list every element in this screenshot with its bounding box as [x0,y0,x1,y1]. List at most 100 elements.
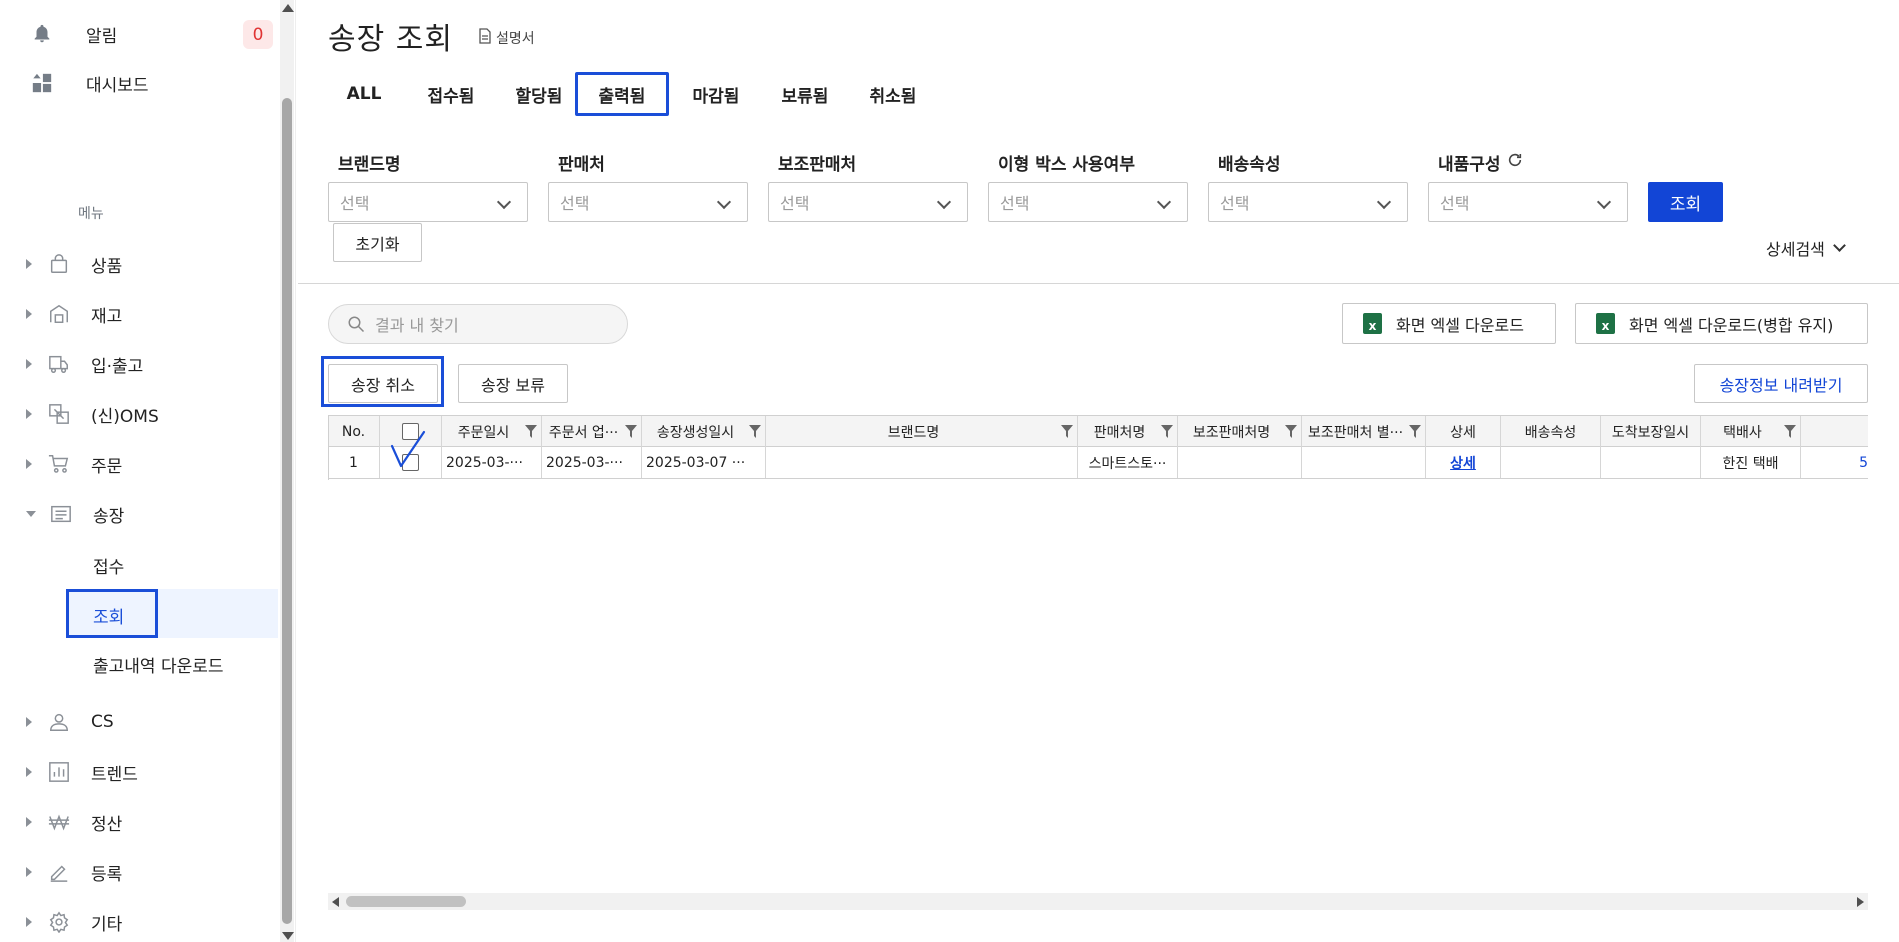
scroll-left-arrow-icon[interactable] [332,897,339,907]
dashboard-icon [30,71,54,95]
tab-printed[interactable]: 출력됨 [575,72,669,116]
sidebar-item-trend[interactable]: 트렌드 [26,754,276,790]
filter-icon [625,425,637,438]
grid-horizontal-scrollbar[interactable] [328,893,1868,910]
cell-sub-seller-alias [1302,447,1426,478]
cell-order-date: 2025-03-··· [442,447,542,478]
sidebar-item-product[interactable]: 상품 [26,246,276,282]
cell-no: 1 [328,447,380,478]
result-search-input[interactable]: 결과 내 찾기 [328,304,628,344]
sidebar-item-cs[interactable]: CS [26,704,276,740]
excel-download-merge-label: 화면 엑셀 다운로드(병합 유지) [1629,315,1834,335]
excel-icon: x [1596,313,1615,334]
sidebar-item-oms[interactable]: (신)OMS [26,396,276,432]
scroll-up-arrow-icon[interactable] [282,4,294,12]
sidebar-item-inout[interactable]: 입·출고 [26,346,276,382]
sidebar-item-settlement[interactable]: 정산 [26,804,276,840]
scroll-right-arrow-icon[interactable] [1857,897,1864,907]
column-header-arrival-guarantee[interactable]: 도착보장일시 [1601,416,1701,447]
gear-icon [46,909,72,935]
tab-closed[interactable]: 마감됨 [673,72,759,116]
column-header-no[interactable]: No. [328,416,380,447]
notification-count-badge: 0 [243,20,273,49]
manual-link[interactable]: 설명서 [478,28,535,48]
won-icon [46,809,72,835]
download-invoice-info-button[interactable]: 송장정보 내려받기 [1694,364,1868,403]
sidebar-item-invoice[interactable]: 송장 [26,496,276,532]
tab-assigned[interactable]: 할당됨 [496,72,582,116]
excel-icon: x [1363,313,1382,334]
expand-arrow-icon [26,359,32,369]
cart-icon [46,451,72,477]
cell-detail[interactable]: 상세 [1426,447,1501,478]
delivery-attr-select[interactable]: 선택 [1208,182,1408,222]
filter-icon [1061,425,1073,438]
column-header-sub-seller-alias[interactable]: 보조판매처 별··· [1302,416,1426,447]
notifications-item[interactable]: 알림 0 [30,14,275,54]
chevron-down-icon [716,194,732,210]
cell-seller: 스마트스토··· [1078,447,1178,478]
sidebar-item-label: (신)OMS [91,406,159,427]
search-icon [347,315,365,333]
sidebar-item-register[interactable]: 등록 [26,854,276,890]
grid-header-row: No. 주문일시 주문서 업··· 송장생성일시 브랜드명 판매처명 보조판매처… [328,415,1868,447]
sidebar-item-label: 트렌드 [91,764,138,785]
filter-label-delivery-attr: 배송속성 [1218,155,1281,175]
sidebar-scrollbar-thumb[interactable] [282,98,292,924]
sidebar-item-stock[interactable]: 재고 [26,296,276,332]
expand-arrow-icon [26,767,32,777]
manual-label: 설명서 [496,31,535,47]
sidebar-item-label: 재고 [91,306,123,327]
table-row[interactable]: 1 2025-03-··· 2025-03-··· 2025-03-07 ···… [328,447,1868,479]
sub-seller-select[interactable]: 선택 [768,182,968,222]
tab-held[interactable]: 보류됨 [762,72,848,116]
expand-arrow-icon [26,817,32,827]
reset-button[interactable]: 초기화 [333,223,422,262]
filter-label-irregular-box: 이형 박스 사용여부 [998,155,1135,175]
scroll-down-arrow-icon[interactable] [282,932,294,940]
result-search-placeholder: 결과 내 찾기 [375,316,459,335]
filter-icon [749,425,761,438]
refresh-icon[interactable] [1507,152,1523,173]
column-header-sub-seller[interactable]: 보조판매처명 [1178,416,1302,447]
filter-icon [1409,425,1421,438]
search-button[interactable]: 조회 [1648,182,1723,222]
sidebar-item-label: 주문 [91,456,123,477]
contents-select[interactable]: 선택 [1428,182,1628,222]
grid-border [328,415,329,480]
column-header-invoice-created[interactable]: 송장생성일시 [642,416,766,447]
brand-select[interactable]: 선택 [328,182,528,222]
tab-received[interactable]: 접수됨 [408,72,494,116]
dashboard-item[interactable]: 대시보드 [30,63,275,103]
excel-download-merge-button[interactable]: x 화면 엑셀 다운로드(병합 유지) [1575,303,1868,344]
advanced-search-toggle[interactable]: 상세검색 [1766,236,1846,260]
column-header-courier[interactable]: 택배사 [1701,416,1801,447]
horizontal-scroll-thumb[interactable] [346,896,466,907]
column-header-brand[interactable]: 브랜드명 [766,416,1078,447]
chevron-down-icon [1833,239,1846,252]
column-header-seller[interactable]: 판매처명 [1078,416,1178,447]
cancel-invoice-highlight [321,356,444,407]
irregular-box-select[interactable]: 선택 [988,182,1188,222]
column-header-order-date[interactable]: 주문일시 [442,416,542,447]
column-header-more[interactable] [1801,416,1868,447]
hold-invoice-button[interactable]: 송장 보류 [458,364,568,403]
sidebar-subitem-shipment-download[interactable]: 출고내역 다운로드 [93,652,224,677]
sidebar-item-order[interactable]: 주문 [26,446,276,482]
column-header-delivery-attr[interactable]: 배송속성 [1501,416,1601,447]
sidebar-subitem-receive[interactable]: 접수 [93,553,124,578]
column-header-order-upload[interactable]: 주문서 업··· [542,416,642,447]
sidebar-item-etc[interactable]: 기타 [26,904,276,940]
cell-tracking-number[interactable]: 53 [1801,447,1868,478]
tab-cancelled[interactable]: 취소됨 [850,72,936,116]
seller-select[interactable]: 선택 [548,182,748,222]
column-header-detail[interactable]: 상세 [1426,416,1501,447]
sidebar-subitem-lookup[interactable]: 조회 [93,603,124,628]
cell-delivery-attr [1501,447,1601,478]
page-title: 송장 조회 [328,22,453,57]
cell-invoice-created: 2025-03-07 ··· [642,447,766,478]
detail-link[interactable]: 상세 [1450,453,1476,473]
cell-arrival-guarantee [1601,447,1701,478]
tab-all[interactable]: ALL [328,72,400,116]
excel-download-button[interactable]: x 화면 엑셀 다운로드 [1342,303,1556,344]
